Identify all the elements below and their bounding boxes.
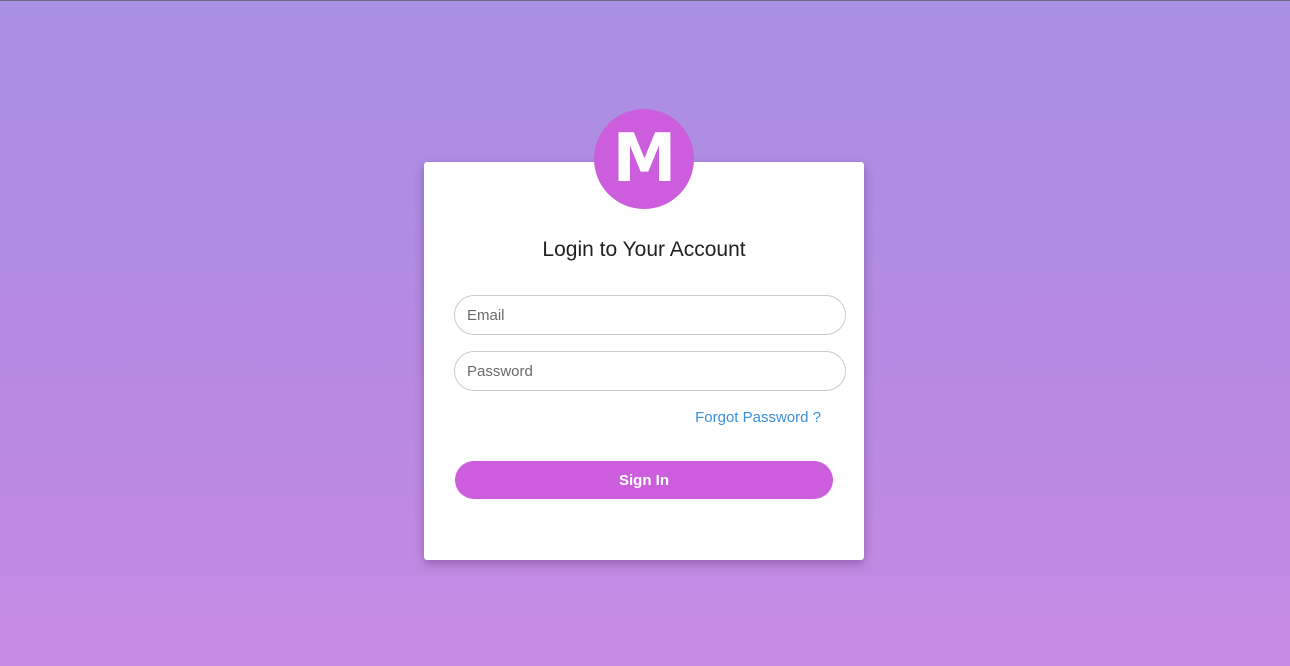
logo-letter: M — [612, 120, 677, 198]
brand-logo: M — [594, 109, 694, 209]
page-title: Login to Your Account — [542, 238, 746, 261]
forgot-password-link[interactable]: Forgot Password ? — [695, 409, 821, 427]
password-field[interactable] — [454, 351, 846, 391]
sign-in-button[interactable]: Sign In — [455, 461, 833, 499]
window-top-border — [0, 0, 1290, 1]
login-card: Login to Your Account Forgot Password ? … — [424, 162, 864, 560]
email-field[interactable] — [454, 295, 846, 335]
